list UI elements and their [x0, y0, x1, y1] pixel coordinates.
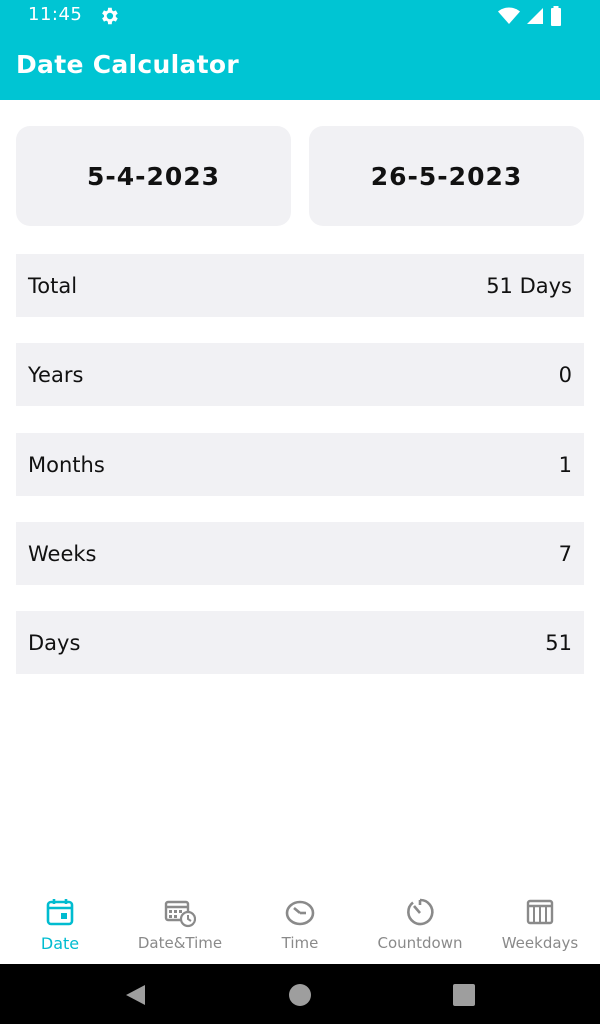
- result-label: Weeks: [28, 541, 97, 566]
- nav-label: Date&Time: [137, 934, 223, 952]
- result-label: Total: [28, 273, 78, 298]
- result-row-days: Days 51: [16, 611, 584, 674]
- home-icon[interactable]: [287, 982, 313, 1008]
- week-grid-icon: [526, 899, 554, 925]
- cell-signal-icon: [527, 8, 543, 24]
- nav-label: Date: [40, 934, 80, 953]
- app-title: Date Calculator: [16, 50, 240, 79]
- settings-gear-icon: [102, 7, 118, 25]
- result-value: 51 Days: [486, 273, 572, 298]
- nav-item-date[interactable]: Date: [0, 884, 120, 964]
- nav-label: Time: [281, 934, 319, 952]
- back-icon[interactable]: [123, 982, 149, 1008]
- nav-label: Weekdays: [501, 934, 579, 952]
- nav-item-countdown[interactable]: Countdown: [360, 884, 480, 964]
- screen: 11:45 Date Calculator 5-4-2023 26-5-2023…: [0, 0, 600, 1024]
- system-navigation-bar: [0, 964, 600, 1024]
- status-time: 11:45: [28, 4, 83, 25]
- result-value: 0: [558, 362, 572, 387]
- result-row-weeks: Weeks 7: [16, 522, 584, 585]
- result-value: 7: [558, 541, 572, 566]
- timer-icon: [407, 898, 434, 926]
- calendar-clock-icon: [164, 900, 196, 928]
- result-label: Days: [28, 630, 81, 655]
- calendar-icon: [46, 899, 74, 926]
- status-icons: [498, 5, 562, 27]
- result-label: Years: [28, 362, 84, 387]
- battery-icon: [551, 6, 561, 26]
- nav-item-date-time[interactable]: Date&Time: [120, 884, 240, 964]
- result-value: 1: [558, 452, 572, 477]
- result-label: Months: [28, 452, 105, 477]
- clock-icon: [285, 900, 315, 926]
- result-value: 51: [545, 630, 572, 655]
- status-bar: 11:45: [0, 0, 600, 32]
- nav-label: Countdown: [377, 934, 463, 952]
- result-row-total: Total 51 Days: [16, 254, 584, 317]
- recents-icon[interactable]: [451, 982, 477, 1008]
- app-bar: Date Calculator: [0, 32, 600, 100]
- bottom-navigation: Date Date&Time Time Countdown Weekdays: [0, 884, 600, 964]
- end-date-button[interactable]: 26-5-2023: [309, 126, 584, 226]
- nav-item-time[interactable]: Time: [240, 884, 360, 964]
- nav-item-weekdays[interactable]: Weekdays: [480, 884, 600, 964]
- start-date-button[interactable]: 5-4-2023: [16, 126, 291, 226]
- result-row-months: Months 1: [16, 433, 584, 496]
- wifi-icon: [498, 7, 520, 24]
- result-row-years: Years 0: [16, 343, 584, 406]
